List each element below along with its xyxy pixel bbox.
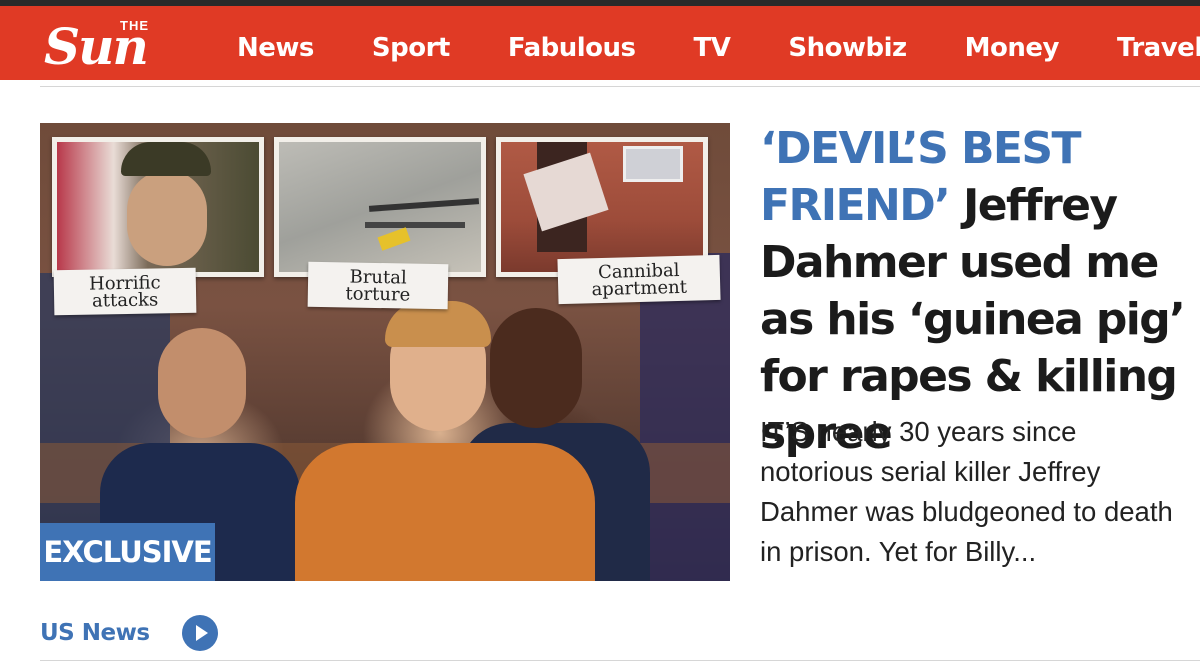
nav-item-showbiz[interactable]: Showbiz	[788, 33, 907, 63]
inset-photo-tools	[274, 137, 486, 277]
sun-logo[interactable]: THE Sun	[44, 18, 204, 78]
inset-window	[623, 146, 683, 182]
photo-face-left	[158, 328, 246, 438]
inset-tool-2	[365, 222, 465, 228]
section-link-us-news[interactable]: US News	[40, 620, 150, 646]
nav-item-news[interactable]: News	[237, 33, 314, 63]
nav-item-money[interactable]: Money	[965, 33, 1060, 63]
logo-sun: Sun	[44, 17, 149, 76]
inset-tool-1	[368, 198, 480, 212]
inset-tool-3	[377, 227, 411, 251]
inset-photo-soldier	[52, 137, 264, 277]
divider-top	[40, 86, 1200, 87]
caption-tag-torture: Brutal torture	[307, 261, 449, 310]
nav-item-sport[interactable]: Sport	[372, 33, 450, 63]
play-icon[interactable]	[181, 615, 218, 651]
photo-face-right	[490, 308, 582, 428]
main-nav: News Sport Fabulous TV Showbiz Money Tra…	[237, 28, 1200, 68]
site-header: THE Sun News Sport Fabulous TV Showbiz M…	[0, 0, 1200, 80]
article-standfirst[interactable]: IT’S nearly 30 years since notorious ser…	[760, 412, 1180, 572]
nav-item-fabulous[interactable]: Fabulous	[508, 33, 636, 63]
caption-tag-apartment: Cannibal apartment	[557, 254, 721, 305]
section-row: US News	[40, 615, 218, 651]
photo-defendant	[295, 443, 595, 581]
caption-tag-attacks: Horrific attacks	[53, 267, 197, 316]
nav-item-travel[interactable]: Travel	[1117, 33, 1200, 63]
article-headline[interactable]: ‘DEVIL’S BEST FRIEND’ Jeffrey Dahmer use…	[760, 120, 1200, 462]
exclusive-badge: EXCLUSIVE	[40, 523, 215, 581]
inset-soldier-face	[127, 170, 207, 266]
inset-soldier-cap	[121, 142, 211, 176]
divider-bottom	[40, 660, 1200, 661]
photo-bg-right	[640, 253, 730, 581]
article-image[interactable]: Horrific attacks Brutal torture Cannibal…	[40, 123, 730, 581]
nav-item-tv[interactable]: TV	[694, 33, 731, 63]
